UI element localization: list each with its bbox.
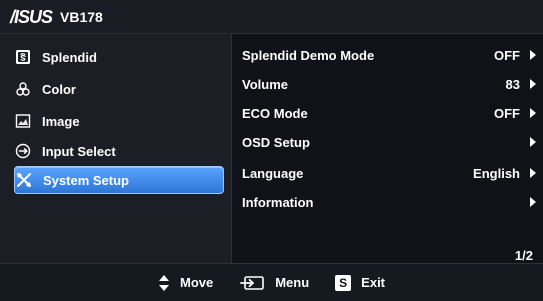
- splendid-icon: [14, 48, 32, 66]
- exit-s-icon: S: [335, 274, 352, 291]
- menu-item-image[interactable]: Image: [14, 108, 222, 134]
- main-menu: Splendid Color Image Input Select System…: [0, 34, 232, 263]
- row-value: English: [473, 165, 520, 181]
- brand-logo: /ISUS: [10, 6, 53, 27]
- row-label: ECO Mode: [242, 105, 308, 121]
- footer-exit: S Exit: [335, 274, 386, 291]
- submenu-row-splendid-demo-mode[interactable]: Splendid Demo Mode OFF: [242, 44, 542, 66]
- chevron-right-icon: [530, 168, 536, 178]
- row-value: OFF: [494, 105, 520, 121]
- submenu-row-eco-mode[interactable]: ECO Mode OFF: [242, 102, 542, 124]
- row-value: 83: [505, 76, 520, 92]
- footer-exit-label: Exit: [361, 275, 386, 290]
- footer-menu-label: Menu: [275, 275, 310, 290]
- submenu-row-information[interactable]: Information: [242, 191, 542, 213]
- system-setup-icon: [15, 171, 33, 189]
- submenu-row-language[interactable]: Language English: [242, 162, 542, 184]
- chevron-right-icon: [530, 137, 536, 147]
- page-indicator: 1/2: [514, 248, 533, 263]
- footer-move: Move: [158, 274, 213, 292]
- chevron-right-icon: [530, 50, 536, 60]
- row-label: Language: [242, 165, 304, 181]
- osd-window: /ISUS VB178 Splendid Color Image Input S…: [0, 0, 543, 301]
- model-name: VB178: [60, 8, 103, 25]
- chevron-right-icon: [530, 197, 536, 207]
- chevron-right-icon: [530, 108, 536, 118]
- menu-item-color[interactable]: Color: [14, 76, 222, 102]
- row-label: OSD Setup: [242, 134, 310, 150]
- enter-icon: [239, 275, 265, 291]
- osd-header: /ISUS VB178: [0, 0, 543, 34]
- menu-item-splendid[interactable]: Splendid: [14, 44, 222, 70]
- row-label: Information: [242, 194, 314, 210]
- color-icon: [14, 80, 32, 98]
- image-icon: [14, 112, 32, 130]
- menu-item-color-label: Color: [42, 81, 76, 97]
- menu-item-input-select-label: Input Select: [42, 143, 116, 159]
- row-label: Volume: [242, 76, 288, 92]
- osd-footer: Move Menu S Exit: [0, 263, 543, 301]
- submenu-row-volume[interactable]: Volume 83: [242, 73, 542, 95]
- row-label: Splendid Demo Mode: [242, 47, 375, 63]
- footer-move-label: Move: [179, 275, 214, 290]
- menu-item-splendid-label: Splendid: [42, 49, 97, 65]
- row-value: OFF: [494, 47, 520, 63]
- footer-menu: Menu: [239, 275, 309, 291]
- input-select-icon: [14, 142, 32, 160]
- menu-item-image-label: Image: [42, 113, 80, 129]
- submenu-panel: Splendid Demo Mode OFF Volume 83 ECO Mod…: [232, 34, 543, 263]
- chevron-right-icon: [530, 79, 536, 89]
- menu-item-system-setup[interactable]: System Setup: [14, 166, 224, 194]
- up-down-icon: [158, 274, 170, 292]
- menu-item-input-select[interactable]: Input Select: [14, 138, 222, 164]
- menu-item-system-setup-label: System Setup: [43, 172, 129, 188]
- submenu-row-osd-setup[interactable]: OSD Setup: [242, 131, 542, 153]
